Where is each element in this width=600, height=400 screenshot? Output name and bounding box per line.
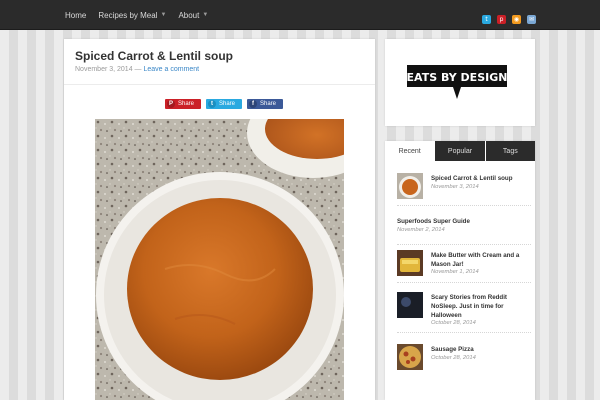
leave-comment-link[interactable]: Leave a comment [143,66,199,73]
divider [397,332,531,333]
post-card: Spiced Carrot & Lentil soup November 3, … [64,39,375,400]
nav-about[interactable]: About ▼ [178,11,208,20]
nav-about-label: About [178,10,200,20]
post-meta: November 3, 2014 — Leave a comment [75,66,199,73]
list-item[interactable]: Make Butter with Cream and a Mason Jar! … [397,245,531,283]
list-item[interactable]: Sausage Pizza October 28, 2014 [397,339,531,377]
list-item-date: November 1, 2014 [431,269,479,275]
meta-separator: — [132,66,144,73]
top-navbar: Home Recipes by Meal ▼ About ▼ t p ◉ ✉ [0,0,600,30]
list-item[interactable]: Spiced Carrot & Lentil soup November 3, … [397,168,531,206]
share-label: Share [260,101,277,107]
sidebar-tabs: Recent Popular Tags [385,141,535,161]
share-label: Share [219,101,236,107]
list-item-title[interactable]: Scary Stories from Reddit NoSleep. Just … [431,293,531,320]
tab-popular[interactable]: Popular [435,141,485,161]
main-nav: Home Recipes by Meal ▼ About ▼ [59,0,214,30]
soup-bowl-image [95,119,344,400]
twitter-icon: t [208,100,216,108]
divider [397,282,531,283]
email-icon[interactable]: ✉ [527,15,536,24]
sidebar-widget: Recent Popular Tags Spiced Carrot & Lent… [385,141,535,400]
site-logo[interactable]: EATS BY DESIGN [407,65,511,103]
post-thumbnail [397,292,423,318]
list-item-date: October 28, 2014 [431,320,476,326]
list-item-title[interactable]: Superfoods Super Guide [397,217,531,226]
nav-home-label: Home [65,10,87,20]
tab-tags[interactable]: Tags [485,141,535,161]
share-buttons: P Share t Share f Share [165,99,288,109]
pinterest-icon: P [167,100,175,108]
divider [64,84,375,85]
post-thumbnail [397,250,423,276]
list-item[interactable]: Superfoods Super Guide November 2, 2014 [397,210,531,245]
nav-home[interactable]: Home [65,11,86,20]
rss-icon[interactable]: ◉ [512,15,521,24]
list-item-title[interactable]: Spiced Carrot & Lentil soup [431,174,531,183]
chevron-down-icon: ▼ [160,12,167,18]
list-item-title[interactable]: Sausage Pizza [431,345,531,354]
twitter-icon[interactable]: t [482,15,491,24]
tab-recent[interactable]: Recent [385,141,435,161]
list-item-date: October 28, 2014 [431,355,476,361]
pinterest-share-button[interactable]: P Share [165,99,201,109]
list-item-title[interactable]: Make Butter with Cream and a Mason Jar! [431,251,531,269]
twitter-share-button[interactable]: t Share [206,99,242,109]
facebook-share-button[interactable]: f Share [247,99,283,109]
post-title[interactable]: Spiced Carrot & Lentil soup [75,49,233,63]
chevron-down-icon: ▼ [202,12,209,18]
pinterest-icon[interactable]: p [497,15,506,24]
nav-recipes-by-meal[interactable]: Recipes by Meal ▼ [98,11,166,20]
site-logo-box: EATS BY DESIGN [385,39,535,126]
nav-recipes-label: Recipes by Meal [98,10,158,20]
post-date: November 3, 2014 [75,66,133,73]
soup-photo [95,119,344,400]
list-item-date: November 2, 2014 [397,227,445,233]
logo-text: EATS BY DESIGN [407,71,507,84]
facebook-icon: f [249,100,257,108]
list-item[interactable]: Scary Stories from Reddit NoSleep. Just … [397,287,531,333]
share-label: Share [178,101,195,107]
post-thumbnail [397,344,423,370]
list-item-date: November 3, 2014 [431,184,479,190]
post-thumbnail [397,173,423,199]
social-icons: t p ◉ ✉ [476,15,536,24]
divider [397,205,531,206]
